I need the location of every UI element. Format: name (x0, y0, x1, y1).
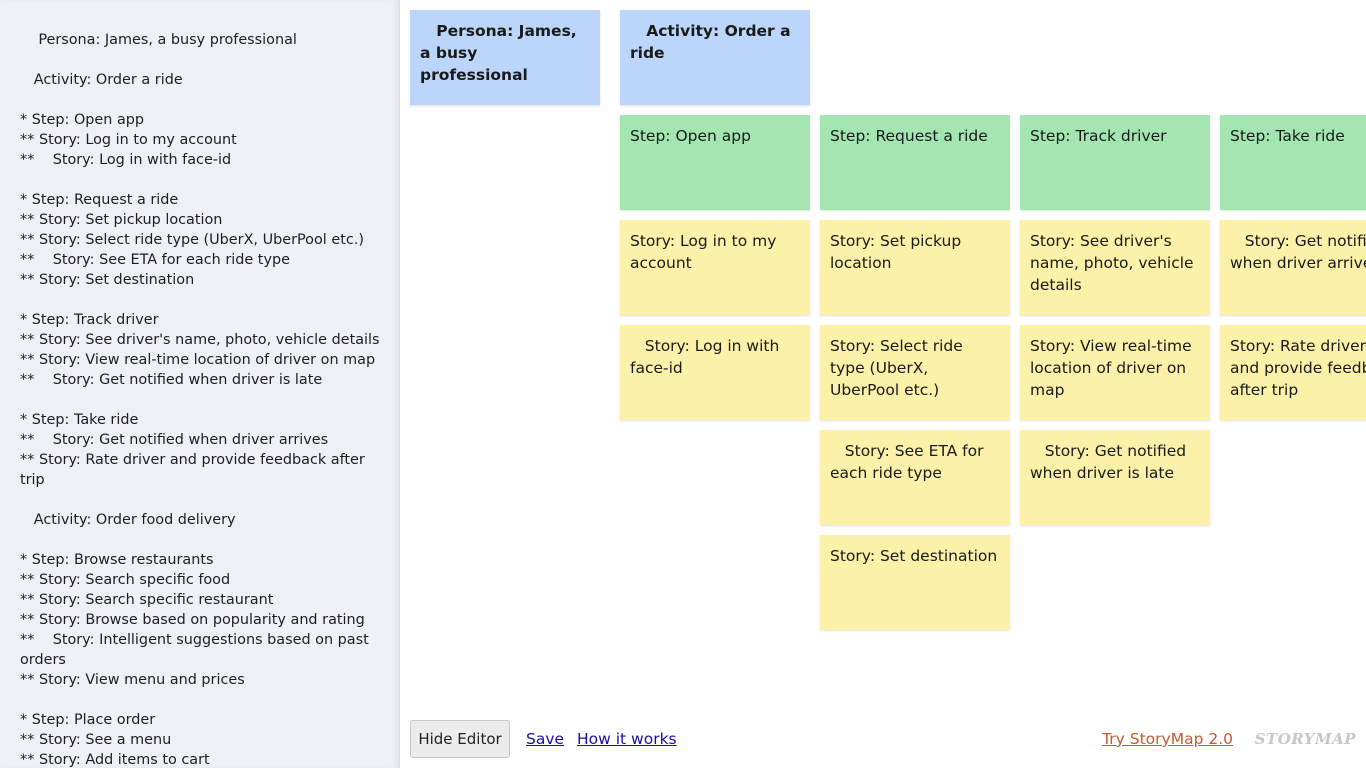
story-card[interactable]: Story: Log in with face-id (620, 325, 810, 420)
step-card[interactable]: Step: Track driver (1020, 115, 1210, 210)
story-card[interactable]: Story: Set destination (820, 535, 1010, 630)
step-card[interactable]: Step: Request a ride (820, 115, 1010, 210)
story-card[interactable]: Story: Get notified when driver arrives (1220, 220, 1366, 315)
editor-line: ** Story: Add items to cart (20, 752, 210, 768)
editor-line: ** Story: Set destination (20, 272, 195, 288)
step-card[interactable]: Step: Take ride (1220, 115, 1366, 210)
editor-line: ** Story: Intelligent suggestions based … (20, 632, 374, 668)
storymap-logo: STORYMAP (1254, 730, 1356, 748)
story-card[interactable]: Story: Log in to my account (620, 220, 810, 315)
how-it-works-link[interactable]: How it works (577, 730, 677, 748)
story-editor[interactable]: Persona: James, a busy professional Acti… (0, 0, 400, 768)
editor-line: ** Story: Set pickup location (20, 212, 223, 228)
story-card[interactable]: Story: Rate driver and provide feedback … (1220, 325, 1366, 420)
persona-card[interactable]: Persona: James, a busy professional (410, 10, 600, 105)
editor-line: ** Story: Browse based on popularity and… (20, 612, 365, 628)
editor-line: * Step: Take ride (20, 412, 139, 428)
story-card[interactable]: Story: Select ride type (UberX, UberPool… (820, 325, 1010, 420)
editor-line: * Step: Request a ride (20, 192, 179, 208)
editor-line: ** Story: Get notified when driver arriv… (20, 432, 329, 448)
editor-line: * Step: Track driver (20, 312, 159, 328)
editor-line: ** Story: Select ride type (UberX, UberP… (20, 232, 364, 248)
step-card[interactable]: Step: Open app (620, 115, 810, 210)
story-card[interactable]: Story: See driver's name, photo, vehicle… (1020, 220, 1210, 315)
bottom-toolbar: Hide Editor Save How it works Try StoryM… (410, 720, 1366, 760)
editor-line: * Step: Open app (20, 112, 145, 128)
story-card[interactable]: Story: Get notified when driver is late (1020, 430, 1210, 525)
editor-line: Activity: Order food delivery (20, 512, 236, 528)
try-storymap-link[interactable]: Try StoryMap 2.0 (1102, 730, 1233, 748)
story-card[interactable]: Story: View real-time location of driver… (1020, 325, 1210, 420)
story-card[interactable]: Story: See ETA for each ride type (820, 430, 1010, 525)
editor-line: ** Story: Search specific restaurant (20, 592, 274, 608)
editor-line: ** Story: View real-time location of dri… (20, 352, 376, 368)
editor-line: Persona: James, a busy professional (20, 32, 297, 48)
editor-line: ** Story: Get notified when driver is la… (20, 372, 323, 388)
editor-line: ** Story: View menu and prices (20, 672, 245, 688)
activity-card[interactable]: Activity: Order a ride (620, 10, 810, 105)
editor-line: ** Story: Log in to my account (20, 132, 237, 148)
hide-editor-button[interactable]: Hide Editor (410, 720, 510, 758)
editor-line: Activity: Order a ride (20, 72, 183, 88)
editor-line: * Step: Place order (20, 712, 156, 728)
editor-line: ** Story: See a menu (20, 732, 172, 748)
editor-line: ** Story: See ETA for each ride type (20, 252, 290, 268)
save-link[interactable]: Save (526, 730, 564, 748)
story-card[interactable]: Story: Set pickup location (820, 220, 1010, 315)
editor-line: ** Story: Search specific food (20, 572, 231, 588)
editor-line: ** Story: See driver's name, photo, vehi… (20, 332, 380, 348)
editor-line: * Step: Browse restaurants (20, 552, 214, 568)
editor-text: Persona: James, a busy professional Acti… (20, 30, 381, 768)
editor-line: ** Story: Log in with face-id (20, 152, 232, 168)
editor-line: ** Story: Rate driver and provide feedba… (20, 452, 370, 488)
